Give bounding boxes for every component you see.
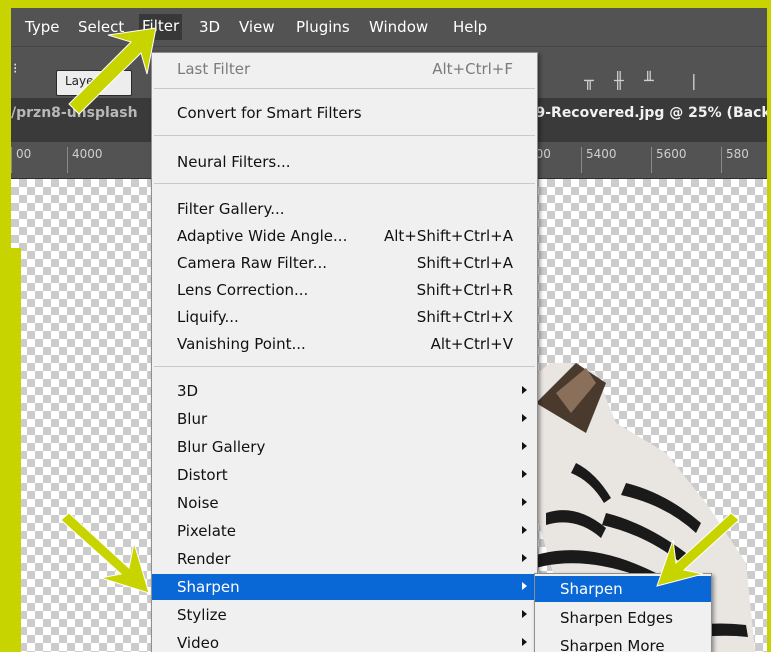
arrow-to-sharpen-menu-icon <box>60 512 150 594</box>
photoshop-window: Type Select Filter 3D View Plugins Windo… <box>11 8 767 652</box>
callout-arrows <box>60 27 740 594</box>
arrow-to-filter-menu-icon <box>68 27 157 115</box>
arrow-to-sharpen-command-icon <box>656 512 740 587</box>
